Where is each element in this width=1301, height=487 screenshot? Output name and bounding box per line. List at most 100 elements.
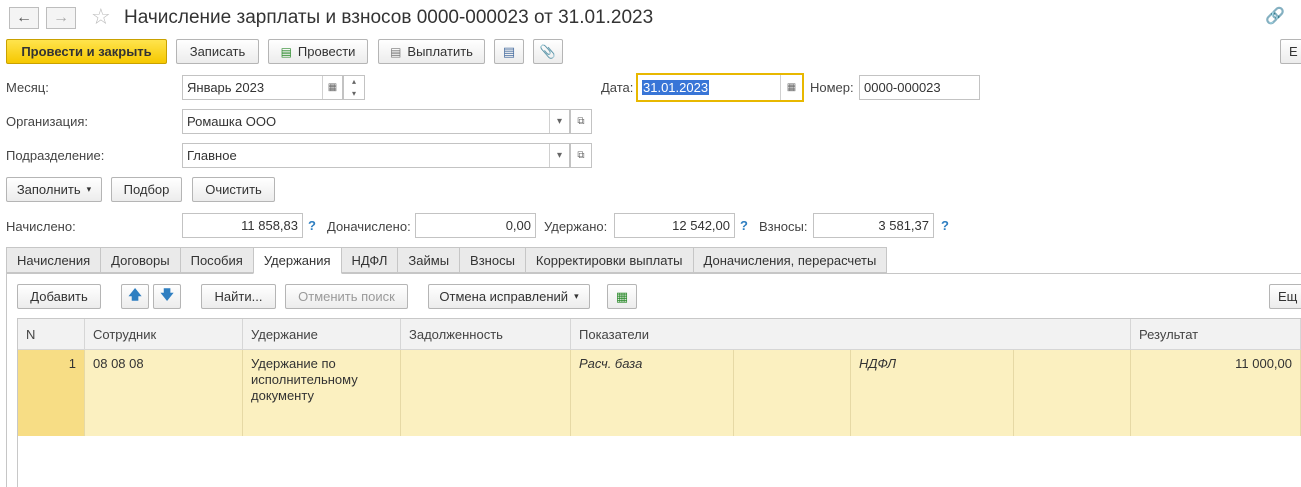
add-table-row-button[interactable]: ▦ (607, 284, 637, 309)
clear-button[interactable]: Очистить (192, 177, 275, 202)
withheld-field: 12 542,00 (614, 213, 735, 238)
table-row[interactable]: 1 08 08 08 Удержание по исполнительному … (18, 350, 1301, 436)
accrued-help-icon[interactable]: ? (308, 218, 316, 233)
tab-recalculations[interactable]: Доначисления, перерасчеты (692, 247, 888, 273)
save-button[interactable]: Записать (176, 39, 259, 64)
pay-button-label: Выплатить (407, 44, 473, 59)
link-icon[interactable]: 🔗 (1265, 6, 1285, 26)
date-value: 31.01.2023 (642, 80, 710, 95)
month-stepper[interactable]: ▴ ▾ (343, 75, 365, 100)
tab-accruals[interactable]: Начисления (6, 247, 102, 273)
stepper-up-icon[interactable]: ▴ (352, 76, 356, 88)
arrow-up-icon: 🡅 (128, 286, 142, 302)
organization-value: Ромашка ООО (187, 114, 277, 129)
department-dropdown-icon[interactable]: ▾ (549, 144, 569, 167)
calendar-icon[interactable]: ▦ (322, 76, 342, 99)
contributions-label: Взносы: (759, 219, 808, 234)
tab-deductions[interactable]: Удержания (252, 247, 342, 274)
row-number: 1 (18, 350, 85, 436)
organization-open-button[interactable]: ⧉ (570, 109, 592, 134)
column-header-n[interactable]: N (18, 319, 85, 350)
tab-ndfl[interactable]: НДФЛ (340, 247, 399, 273)
tab-contracts[interactable]: Договоры (100, 247, 181, 273)
arrow-right-icon: → (53, 9, 69, 26)
withheld-label: Удержано: (544, 219, 608, 234)
tab-loans[interactable]: Займы (397, 247, 461, 273)
page-title: Начисление зарплаты и взносов 0000-00002… (124, 7, 654, 28)
pay-doc-icon: ▤ (390, 44, 402, 59)
deductions-table: N Сотрудник Удержание Задолженность Пока… (17, 318, 1301, 487)
post-button[interactable]: ▤ Провести (268, 39, 368, 64)
move-down-button[interactable]: 🡇 (153, 284, 181, 309)
extra-accrued-label: Доначислено: (327, 219, 411, 234)
post-and-close-button[interactable]: Провести и закрыть (6, 39, 167, 64)
tab-bar: Начисления Договоры Пособия Удержания НД… (6, 247, 888, 274)
department-field[interactable]: Главное ▾ (182, 143, 570, 168)
move-up-button[interactable]: 🡅 (121, 284, 149, 309)
number-label: Номер: (810, 80, 854, 95)
fill-button-label: Заполнить (16, 182, 81, 197)
cancel-corrections-button[interactable]: Отмена исправлений ▾ (428, 284, 590, 309)
report-button[interactable]: ▤ (494, 39, 524, 64)
tab-benefits[interactable]: Пособия (179, 247, 254, 273)
indicator-name-cell-2[interactable]: НДФЛ (851, 350, 1014, 436)
fill-button[interactable]: Заполнить ▾ (6, 177, 102, 202)
column-header-indicators[interactable]: Показатели (571, 319, 1131, 350)
date-calendar-icon[interactable]: ▦ (780, 75, 802, 100)
find-button[interactable]: Найти... (201, 284, 276, 309)
accrued-label: Начислено: (6, 219, 76, 234)
chevron-down-icon: ▾ (574, 291, 579, 301)
arrow-down-icon: 🡇 (160, 286, 174, 302)
date-field[interactable]: 31.01.2023 ▦ (636, 73, 804, 102)
favorite-star-icon[interactable]: ☆ (91, 4, 111, 30)
open-window-icon: ⧉ (577, 150, 585, 161)
department-value: Главное (187, 148, 237, 163)
stepper-down-icon[interactable]: ▾ (352, 88, 356, 100)
contributions-field: 3 581,37 (813, 213, 934, 238)
month-label: Месяц: (6, 80, 49, 95)
indicator-name-cell[interactable]: Расч. база (571, 350, 734, 436)
organization-label: Организация: (6, 114, 89, 129)
report-icon: ▤ (502, 43, 516, 59)
column-header-debt[interactable]: Задолженность (401, 319, 571, 350)
result-cell[interactable]: 11 000,00 (1131, 350, 1301, 436)
cancel-corrections-label: Отмена исправлений (439, 289, 569, 304)
add-row-button[interactable]: Добавить (17, 284, 101, 309)
arrow-left-icon: ← (16, 9, 32, 26)
column-header-deduction[interactable]: Удержание (243, 319, 401, 350)
tab-payment-corrections[interactable]: Корректировки выплаты (524, 247, 694, 273)
back-button[interactable]: ← (9, 7, 39, 29)
department-label: Подразделение: (6, 148, 105, 163)
indicator-value-cell-2[interactable] (1014, 350, 1131, 436)
post-doc-icon: ▤ (280, 44, 292, 59)
table-more-button[interactable]: Ещ (1269, 284, 1301, 309)
cancel-search-button[interactable]: Отменить поиск (285, 284, 408, 309)
paperclip-icon: 📎 (539, 43, 557, 59)
indicator-value-cell[interactable] (734, 350, 851, 436)
chevron-down-icon: ▾ (86, 184, 92, 194)
organization-dropdown-icon[interactable]: ▾ (549, 110, 569, 133)
employee-cell[interactable]: 08 08 08 (85, 350, 243, 436)
table-add-icon: ▦ (615, 288, 629, 304)
tab-contributions[interactable]: Взносы (459, 247, 526, 273)
more-button[interactable]: Е (1280, 39, 1301, 64)
date-label: Дата: (601, 80, 634, 95)
open-window-icon: ⧉ (577, 116, 585, 127)
deduction-cell[interactable]: Удержание по исполнительному документу (243, 350, 401, 436)
debt-cell[interactable] (401, 350, 571, 436)
column-header-employee[interactable]: Сотрудник (85, 319, 243, 350)
number-field[interactable]: 0000-000023 (859, 75, 980, 100)
post-button-label: Провести (297, 44, 356, 59)
pay-button[interactable]: ▤ Выплатить (378, 39, 485, 64)
attach-button[interactable]: 📎 (533, 39, 563, 64)
month-value: Январь 2023 (187, 80, 265, 95)
extra-accrued-field: 0,00 (415, 213, 536, 238)
organization-field[interactable]: Ромашка ООО ▾ (182, 109, 570, 134)
withheld-help-icon[interactable]: ? (740, 218, 748, 233)
forward-button[interactable]: → (46, 7, 76, 29)
column-header-result[interactable]: Результат (1131, 319, 1301, 350)
pick-button[interactable]: Подбор (111, 177, 182, 202)
contributions-help-icon[interactable]: ? (941, 218, 949, 233)
month-field[interactable]: Январь 2023 ▦ (182, 75, 343, 100)
department-open-button[interactable]: ⧉ (570, 143, 592, 168)
